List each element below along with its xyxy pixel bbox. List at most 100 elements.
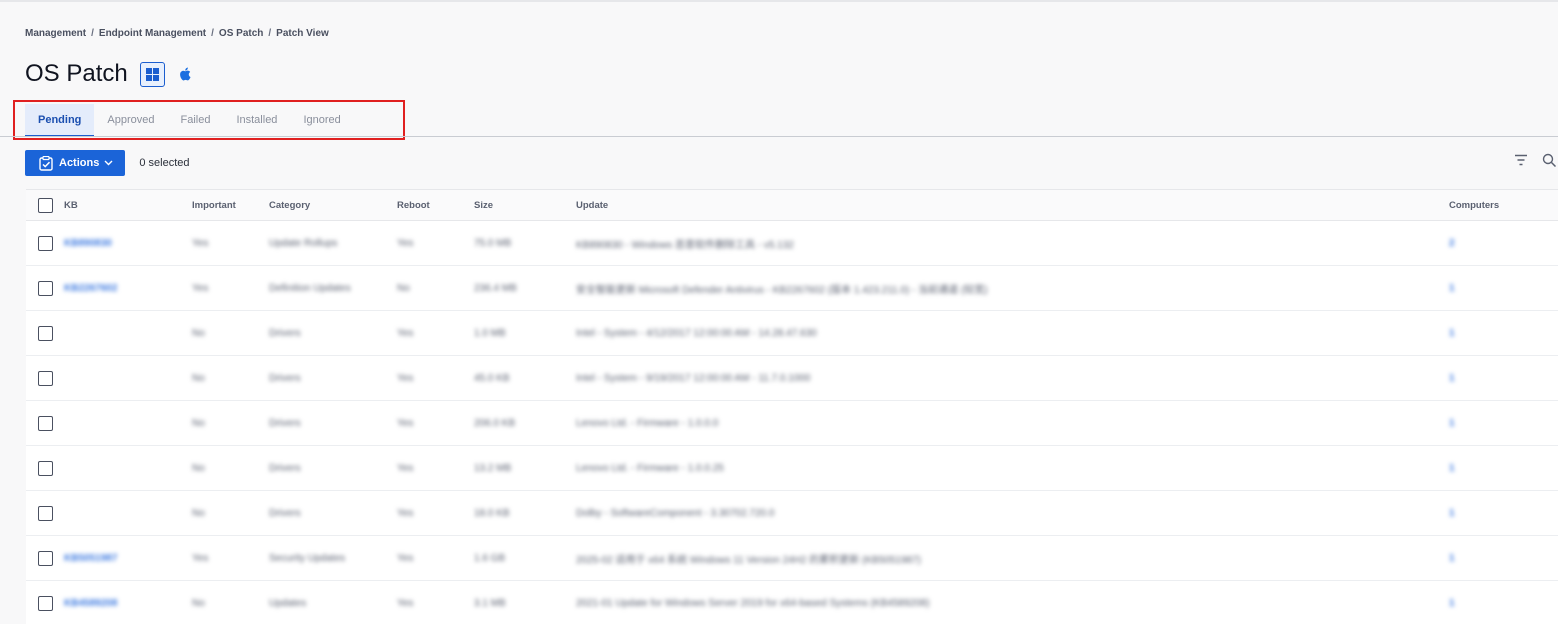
cell-computers[interactable]: 1	[1449, 356, 1455, 400]
cell-important: No	[192, 462, 205, 474]
actions-button[interactable]: Actions	[25, 150, 126, 176]
cell-computers[interactable]: 1	[1449, 446, 1455, 490]
cell-computers[interactable]: 1	[1449, 581, 1455, 624]
select-all-checkbox[interactable]	[38, 197, 53, 213]
checklist-icon	[39, 155, 53, 171]
cell-category: Update Rollups	[269, 237, 338, 249]
breadcrumb-item-management[interactable]: Management	[25, 28, 86, 39]
table-row[interactable]: KB5051987 Yes Security Updates Yes 1.6 GB 202…	[26, 536, 1558, 581]
tab-ignored[interactable]: Ignored	[290, 104, 353, 137]
table-row[interactable]: No Drivers Yes 45.0 KB Intel - System - 9/19…	[26, 356, 1558, 401]
tabs-divider	[0, 136, 1558, 137]
cell-update: 安全智能更新 Microsoft Defender Antivirus - KB…	[576, 284, 988, 296]
filter-icon[interactable]	[1514, 154, 1528, 166]
cell-computers[interactable]: 2	[1449, 221, 1455, 265]
row-checkbox[interactable]	[38, 370, 53, 386]
cell-important: Yes	[192, 552, 209, 564]
table-row[interactable]: No Drivers Yes 1.0 MB Intel - System - 4/12/…	[26, 311, 1558, 356]
row-checkbox[interactable]	[38, 505, 53, 521]
row-select-cell	[38, 536, 53, 580]
row-checkbox[interactable]	[38, 460, 53, 476]
cell-category: Drivers	[269, 462, 301, 474]
row-select-cell	[38, 221, 53, 265]
cell-reboot: Yes	[397, 462, 414, 474]
patch-table: KB Important Category Reboot Size Update…	[26, 189, 1558, 624]
cell-reboot: Yes	[397, 507, 414, 519]
row-select-cell	[38, 581, 53, 624]
breadcrumb-item-endpoint-management[interactable]: Endpoint Management	[99, 28, 206, 39]
row-checkbox[interactable]	[38, 280, 53, 296]
cell-update: Dolby - SoftwareComponent - 3.30702.720.…	[576, 507, 775, 519]
windows-icon	[145, 67, 159, 81]
cell-kb[interactable]: KB890830	[64, 221, 112, 265]
row-checkbox[interactable]	[38, 325, 53, 341]
cell-category: Definition Updates	[269, 282, 351, 294]
row-select-cell	[38, 401, 53, 445]
actions-label: Actions	[59, 157, 100, 169]
header-important[interactable]: Important	[192, 190, 236, 220]
breadcrumb-item-patch-view: Patch View	[276, 28, 329, 39]
cell-important: No	[192, 597, 205, 609]
table-row[interactable]: KB890830 Yes Update Rollups Yes 75.0 MB KB890…	[26, 221, 1558, 266]
cell-computers[interactable]: 1	[1449, 536, 1455, 580]
row-select-cell	[38, 446, 53, 490]
tab-installed[interactable]: Installed	[223, 104, 290, 137]
cell-reboot: Yes	[397, 327, 414, 339]
toolbar: Actions 0 selected	[25, 150, 190, 176]
header-update[interactable]: Update	[576, 190, 608, 220]
row-checkbox[interactable]	[38, 550, 53, 566]
table-row[interactable]: KB2267602 Yes Definition Updates No 236.4 MB…	[26, 266, 1558, 311]
breadcrumb-separator: /	[211, 28, 214, 39]
cell-important: No	[192, 417, 205, 429]
row-checkbox[interactable]	[38, 235, 53, 251]
row-checkbox[interactable]	[38, 595, 53, 611]
table-body: KB890830 Yes Update Rollups Yes 75.0 MB KB890…	[26, 221, 1558, 624]
cell-important: No	[192, 372, 205, 384]
cell-kb[interactable]: KB2267602	[64, 266, 117, 310]
cell-size: 3.1 MB	[474, 597, 506, 609]
header-reboot[interactable]: Reboot	[397, 190, 430, 220]
cell-update: KB890830 - Windows 恶意软件删除工具 - v5.132	[576, 239, 794, 251]
cell-important: No	[192, 507, 205, 519]
cell-category: Drivers	[269, 327, 301, 339]
cell-computers[interactable]: 1	[1449, 401, 1455, 445]
table-row[interactable]: KB4589208 No Updates Yes 3.1 MB 2021-01 Updat…	[26, 581, 1558, 624]
chevron-down-icon	[104, 160, 113, 166]
cell-reboot: Yes	[397, 417, 414, 429]
cell-category: Updates	[269, 597, 307, 609]
cell-reboot: Yes	[397, 237, 414, 249]
tab-approved[interactable]: Approved	[94, 104, 167, 137]
apple-os-toggle[interactable]	[177, 65, 193, 83]
cell-size: 75.0 MB	[474, 237, 512, 249]
table-row[interactable]: No Drivers Yes 18.0 KB Dolby - SoftwareCompo…	[26, 491, 1558, 536]
cell-category: Drivers	[269, 372, 301, 384]
cell-computers[interactable]: 1	[1449, 266, 1455, 310]
cell-category: Security Updates	[269, 552, 346, 564]
search-icon[interactable]	[1542, 153, 1558, 167]
breadcrumb-item-os-patch[interactable]: OS Patch	[219, 28, 263, 39]
row-checkbox[interactable]	[38, 415, 53, 431]
cell-kb[interactable]: KB5051987	[64, 536, 117, 580]
cell-update: Intel - System - 4/12/2017 12:00:00 AM -…	[576, 327, 817, 339]
row-select-cell	[38, 311, 53, 355]
tab-failed[interactable]: Failed	[167, 104, 223, 137]
header-computers[interactable]: Computers	[1449, 190, 1499, 220]
header-kb[interactable]: KB	[64, 190, 78, 220]
cell-kb[interactable]: KB4589208	[64, 581, 117, 624]
row-select-cell	[38, 266, 53, 310]
header-size[interactable]: Size	[474, 190, 493, 220]
cell-reboot: Yes	[397, 552, 414, 564]
table-row[interactable]: No Drivers Yes 13.2 MB Lenovo Ltd. - Firmwar…	[26, 446, 1558, 491]
cell-computers[interactable]: 1	[1449, 491, 1455, 535]
table-row[interactable]: No Drivers Yes 206.0 KB Lenovo Ltd. - Firmwa…	[26, 401, 1558, 446]
row-select-cell	[38, 491, 53, 535]
cell-computers[interactable]: 1	[1449, 311, 1455, 355]
tab-pending[interactable]: Pending	[25, 104, 95, 137]
cell-important: No	[192, 327, 205, 339]
table-tools	[1514, 153, 1558, 167]
cell-important: Yes	[192, 237, 209, 249]
cell-important: Yes	[192, 282, 209, 294]
cell-reboot: No	[397, 282, 410, 294]
windows-os-toggle[interactable]	[139, 61, 165, 87]
header-category[interactable]: Category	[269, 190, 310, 220]
